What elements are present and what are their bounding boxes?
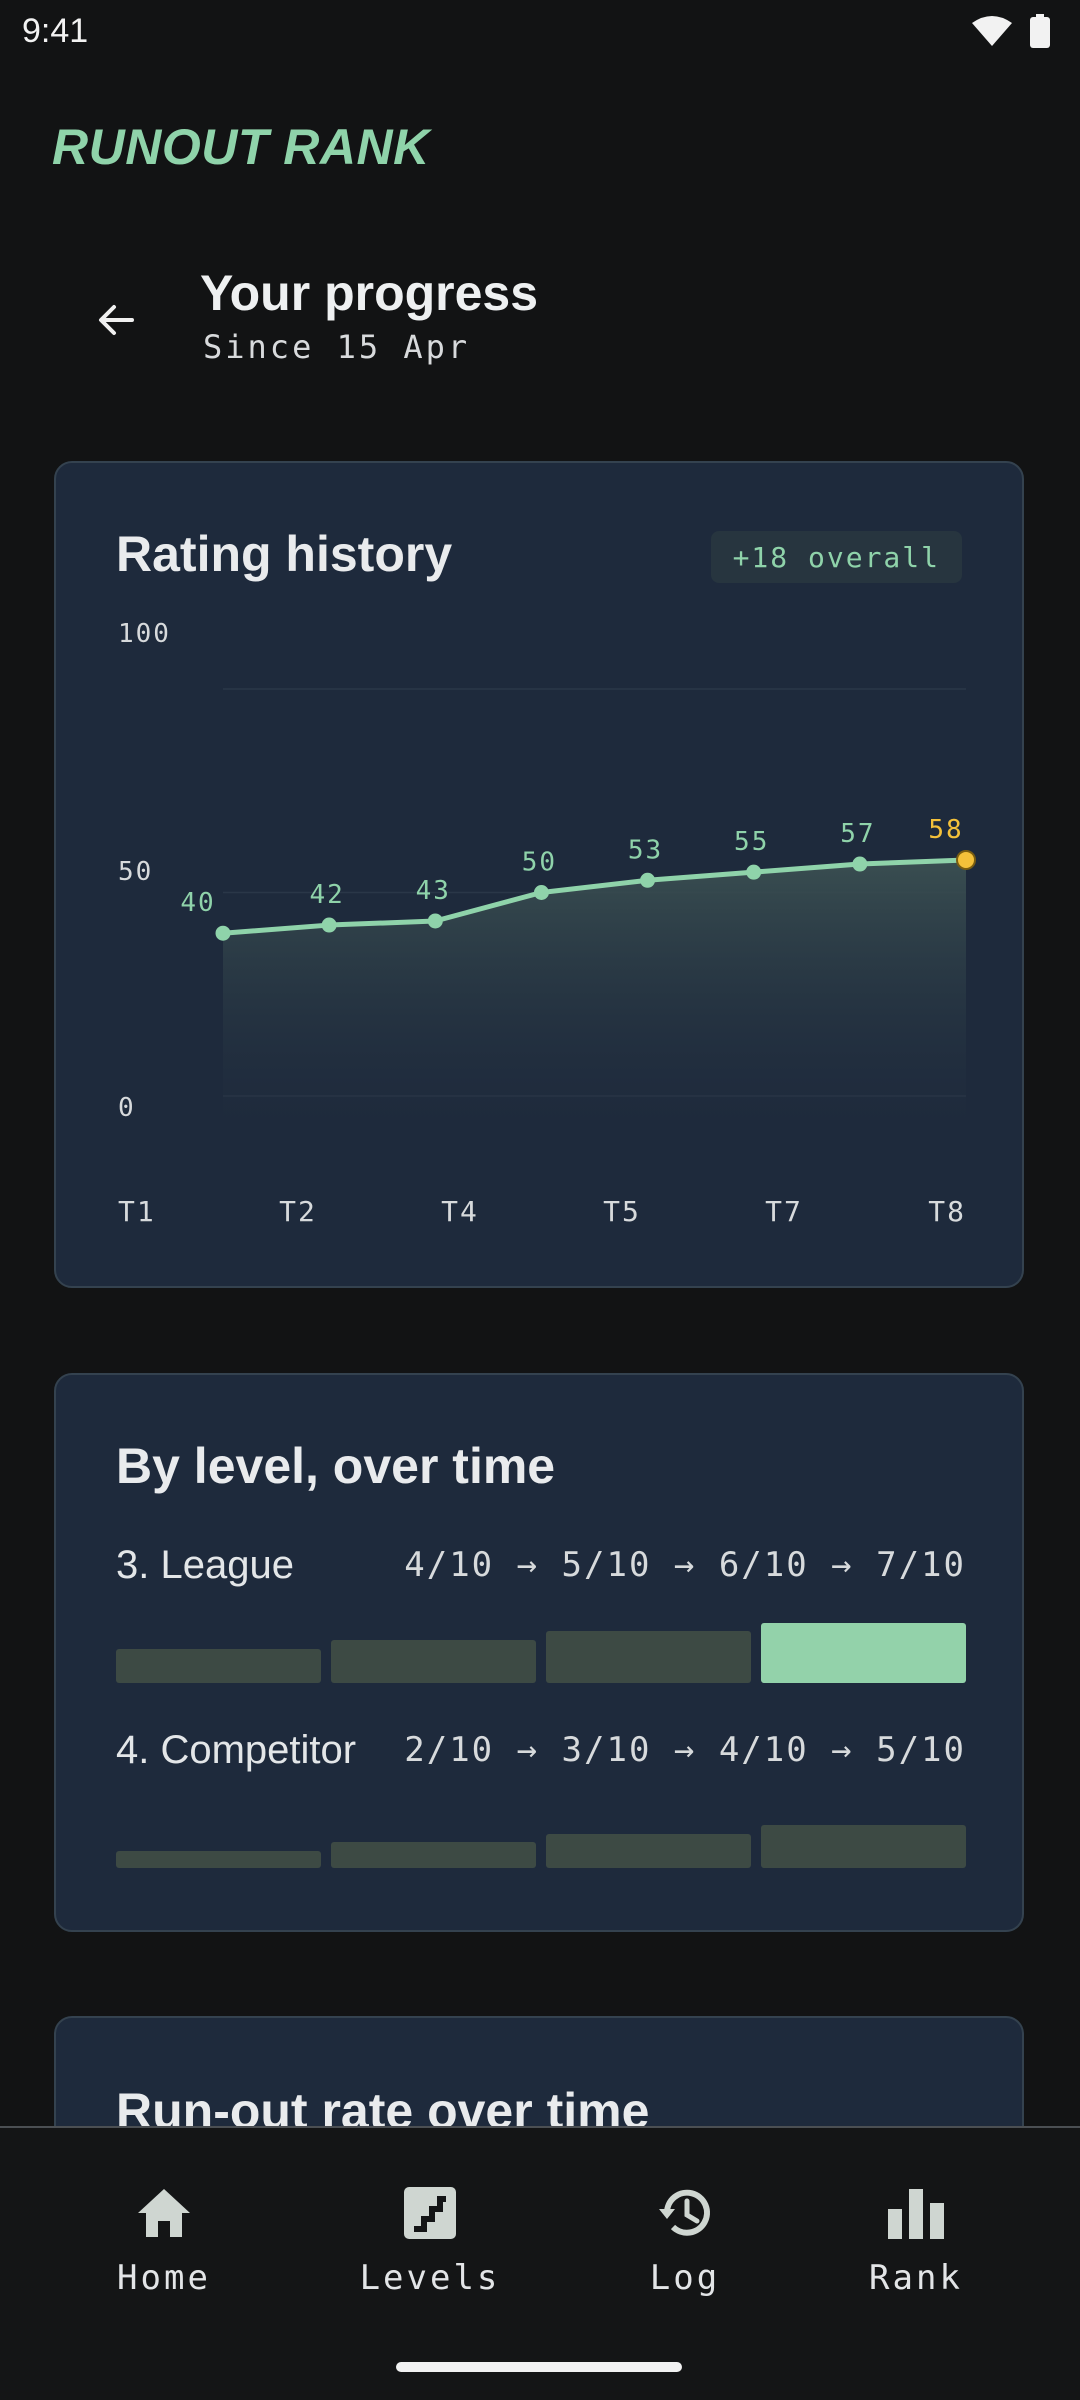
bar-chart-icon: [888, 2189, 944, 2239]
level-row-competitor: 4. Competitor 2/10 → 3/10 → 4/10 → 5/10: [116, 1728, 966, 1878]
level-name: 4. Competitor: [116, 1728, 357, 1772]
x-tick-label: T2: [279, 1195, 317, 1228]
x-tick-label: T8: [928, 1195, 966, 1228]
rating-data-label: 58: [928, 815, 963, 845]
history-icon: [659, 2189, 710, 2236]
rating-point: [533, 885, 549, 900]
nav-rank[interactable]: Rank: [816, 2178, 1016, 2298]
rating-point-latest: [956, 849, 976, 870]
arrow-back-icon: [99, 305, 134, 335]
status-bar: 9:41: [0, 0, 1080, 64]
wifi-icon: [972, 16, 1012, 46]
home-icon: [138, 2189, 190, 2237]
app-brand: RUNOUT RANK: [52, 119, 430, 175]
nav-log[interactable]: Log: [585, 2178, 785, 2298]
level-bars: [116, 1623, 966, 1683]
status-time: 9:41: [22, 12, 89, 50]
rating-point: [427, 913, 443, 929]
page-title: Your progress: [200, 265, 539, 321]
rating-data-label: 43: [416, 876, 451, 906]
nav-home[interactable]: Home: [64, 2178, 264, 2298]
level-progress-bar: [546, 1631, 751, 1683]
rating-point: [852, 856, 868, 872]
nav-home-label: Home: [117, 2258, 211, 2298]
y-tick-label: 100: [118, 619, 171, 649]
levels-icon: [404, 2187, 456, 2239]
rating-data-label: 40: [180, 888, 215, 918]
nav-log-label: Log: [649, 2258, 721, 2298]
x-tick-label: T1: [118, 1195, 156, 1228]
battery-icon: [1030, 14, 1050, 48]
x-tick-label: T5: [603, 1195, 641, 1228]
level-progress-bar: [331, 1842, 536, 1868]
by-level-card: By level, over time 3. League 4/10 → 5/1…: [54, 1373, 1024, 1932]
back-button[interactable]: [80, 284, 152, 356]
nav-rank-label: Rank: [869, 2258, 963, 2298]
page-subtitle: Since 15 Apr: [203, 328, 471, 366]
rating-history-chart: 100 50 0 40 42 43 50 53 55 57 58 T1 T2 T4 T5 T7 T8: [118, 619, 976, 1228]
level-progress-sequence: 2/10 → 3/10 → 4/10 → 5/10: [404, 1730, 966, 1770]
rating-point: [640, 872, 656, 888]
level-name: 3. League: [116, 1543, 294, 1587]
level-progress-bar: [116, 1649, 321, 1683]
rating-data-label: 55: [734, 827, 769, 857]
gesture-home-bar[interactable]: [396, 2362, 682, 2372]
x-tick-label: T7: [765, 1195, 803, 1228]
nav-levels[interactable]: Levels: [330, 2178, 530, 2298]
rating-point: [215, 925, 231, 941]
y-tick-label: 0: [118, 1093, 136, 1123]
nav-levels-label: Levels: [359, 2258, 501, 2298]
rating-data-label: 50: [522, 848, 557, 878]
page-header: Your progress Since 15 Apr: [0, 260, 1080, 380]
rating-data-label: 42: [309, 880, 344, 910]
level-progress-bar: [546, 1834, 751, 1868]
x-tick-label: T4: [441, 1195, 479, 1228]
level-bars: [116, 1808, 966, 1868]
rating-data-label: 57: [840, 819, 875, 849]
level-progress-bar: [116, 1851, 321, 1868]
by-level-title: By level, over time: [116, 1438, 556, 1494]
level-progress-bar: [331, 1640, 536, 1683]
rating-point: [321, 917, 337, 933]
level-row-league: 3. League 4/10 → 5/10 → 6/10 → 7/10: [116, 1543, 966, 1693]
status-icons: [972, 14, 1050, 48]
level-progress-bar: [761, 1623, 966, 1683]
level-progress-bar: [761, 1825, 966, 1868]
y-tick-label: 50: [118, 857, 153, 887]
rating-data-label: 53: [628, 835, 663, 865]
rating-history-card: Rating history +18 overall 100 50 0 40 42 43 5…: [54, 461, 1024, 1288]
rating-point: [746, 864, 762, 880]
bottom-navigation: Home Levels Log Rank: [0, 2126, 1080, 2400]
level-progress-sequence: 4/10 → 5/10 → 6/10 → 7/10: [404, 1545, 966, 1585]
